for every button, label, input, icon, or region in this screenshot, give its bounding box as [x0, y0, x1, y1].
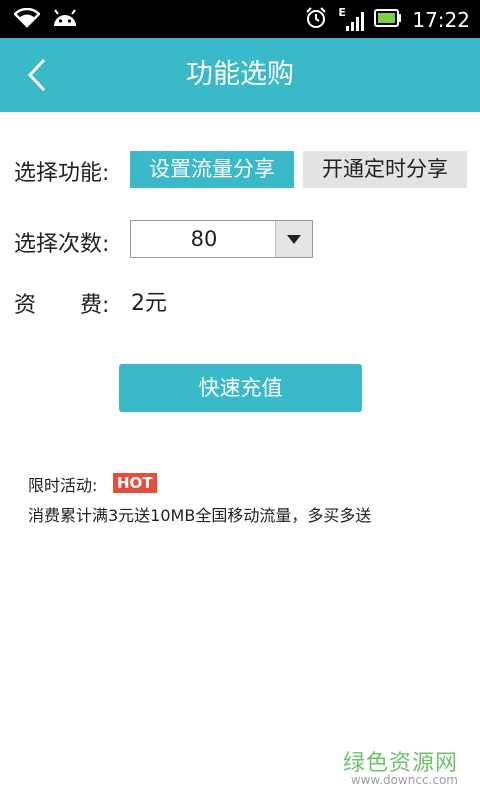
status-bar: E 17:22: [0, 0, 480, 38]
quick-recharge-button[interactable]: 快速充值: [119, 364, 362, 412]
clock-time: 17:22: [412, 8, 470, 32]
promotion-description: 消费累计满3元送10MB全国移动流量，多买多送: [28, 506, 372, 525]
android-icon: [52, 8, 78, 32]
watermark-url: www.downcc.com: [350, 773, 458, 787]
dropdown-arrow-icon[interactable]: [275, 221, 312, 257]
option-set-traffic-share[interactable]: 设置流量分享: [130, 151, 294, 188]
page-title: 功能选购: [186, 59, 294, 90]
function-select-label: 选择功能:: [14, 161, 110, 186]
back-button[interactable]: [14, 52, 60, 98]
fee-label-part2: 费:: [80, 293, 110, 318]
count-dropdown-value: 80: [190, 227, 218, 251]
alarm-icon: [304, 6, 328, 34]
count-dropdown[interactable]: 80: [130, 220, 313, 258]
promotion-label: 限时活动:: [28, 476, 98, 495]
battery-icon: [374, 9, 402, 31]
fee-value: 2元: [131, 291, 167, 316]
hot-badge: HOT: [113, 473, 157, 493]
chevron-left-icon: [14, 58, 60, 102]
wifi-icon: [13, 7, 41, 32]
header-bar: 功能选购: [0, 38, 480, 112]
count-select-label: 选择次数:: [14, 232, 110, 257]
signal-icon: E: [338, 6, 365, 32]
option-open-timed-share[interactable]: 开通定时分享: [303, 151, 467, 188]
fee-label-part1: 资: [14, 293, 37, 318]
